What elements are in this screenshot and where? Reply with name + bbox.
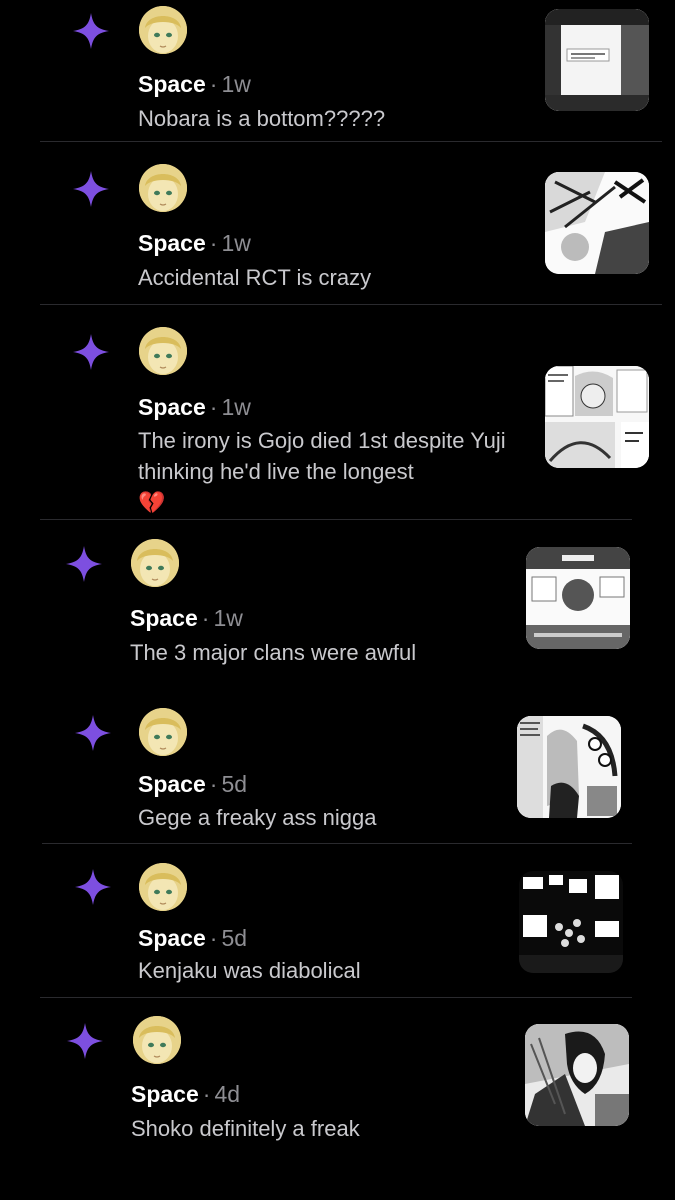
sparkle-icon bbox=[66, 1022, 104, 1060]
avatar[interactable] bbox=[139, 164, 187, 212]
broken-heart-emoji: 💔 bbox=[138, 490, 166, 515]
manga-panel-thumbnail[interactable] bbox=[545, 366, 649, 468]
username[interactable]: Space bbox=[138, 771, 206, 797]
post-text: Accidental RCT is crazy bbox=[138, 262, 528, 293]
sparkle-icon bbox=[72, 170, 110, 208]
post-text: Nobara is a bottom????? bbox=[138, 103, 528, 134]
username[interactable]: Space bbox=[138, 71, 206, 97]
manga-panel-thumbnail[interactable] bbox=[526, 547, 630, 649]
avatar[interactable] bbox=[131, 539, 179, 587]
separator: · bbox=[209, 925, 218, 951]
post-body: Shoko definitely a freak bbox=[131, 1116, 360, 1141]
post-body: Nobara is a bottom????? bbox=[138, 106, 386, 131]
separator: · bbox=[209, 71, 218, 97]
divider bbox=[40, 997, 632, 998]
avatar[interactable] bbox=[139, 708, 187, 756]
separator: · bbox=[201, 605, 210, 631]
separator: · bbox=[209, 394, 218, 420]
timestamp: 1w bbox=[221, 230, 251, 256]
divider bbox=[40, 519, 632, 520]
timestamp: 5d bbox=[221, 925, 248, 951]
timestamp: 1w bbox=[221, 394, 251, 420]
manga-panel-thumbnail[interactable] bbox=[519, 871, 623, 973]
timestamp: 4d bbox=[214, 1081, 241, 1107]
separator: · bbox=[209, 230, 218, 256]
sparkle-icon bbox=[72, 333, 110, 371]
avatar[interactable] bbox=[139, 327, 187, 375]
post-meta: Space · 1w bbox=[138, 229, 251, 257]
post-meta: Space · 1w bbox=[130, 604, 243, 632]
timestamp: 5d bbox=[221, 771, 248, 797]
post-meta: Space · 5d bbox=[138, 924, 247, 952]
username[interactable]: Space bbox=[138, 925, 206, 951]
avatar[interactable] bbox=[139, 6, 187, 54]
separator: · bbox=[209, 771, 218, 797]
bookmark-feed: Space · 1w Nobara is a bottom????? Space · 1… bbox=[0, 0, 675, 1200]
divider bbox=[42, 843, 632, 844]
sparkle-icon bbox=[74, 868, 112, 906]
sparkle-icon bbox=[74, 714, 112, 752]
post-body: The 3 major clans were awful bbox=[130, 640, 417, 665]
post-meta: Space · 5d bbox=[138, 770, 247, 798]
avatar[interactable] bbox=[133, 1016, 181, 1064]
post-text: Kenjaku was diabolical bbox=[138, 955, 528, 986]
sparkle-icon bbox=[65, 545, 103, 583]
separator: · bbox=[202, 1081, 211, 1107]
manga-panel-thumbnail[interactable] bbox=[545, 9, 649, 111]
username[interactable]: Space bbox=[138, 230, 206, 256]
post-text: Gege a freaky ass nigga bbox=[138, 802, 528, 833]
username[interactable]: Space bbox=[138, 394, 206, 420]
post-body: The irony is Gojo died 1st despite Yuji … bbox=[138, 428, 506, 484]
username[interactable]: Space bbox=[130, 605, 198, 631]
divider bbox=[40, 141, 662, 142]
post-meta: Space · 1w bbox=[138, 393, 251, 421]
manga-panel-thumbnail[interactable] bbox=[517, 716, 621, 818]
post-meta: Space · 1w bbox=[138, 70, 251, 98]
divider bbox=[40, 304, 662, 305]
post-text: The irony is Gojo died 1st despite Yuji … bbox=[138, 425, 508, 518]
timestamp: 1w bbox=[213, 605, 243, 631]
username[interactable]: Space bbox=[131, 1081, 199, 1107]
post-meta: Space · 4d bbox=[131, 1080, 240, 1108]
post-body: Kenjaku was diabolical bbox=[138, 958, 361, 983]
manga-panel-thumbnail[interactable] bbox=[525, 1024, 629, 1126]
post-body: Gege a freaky ass nigga bbox=[138, 805, 377, 830]
post-text: Shoko definitely a freak bbox=[131, 1113, 521, 1144]
timestamp: 1w bbox=[221, 71, 251, 97]
sparkle-icon bbox=[72, 12, 110, 50]
post-text: The 3 major clans were awful bbox=[130, 637, 520, 668]
post-body: Accidental RCT is crazy bbox=[138, 265, 372, 290]
manga-panel-thumbnail[interactable] bbox=[545, 172, 649, 274]
avatar[interactable] bbox=[139, 863, 187, 911]
